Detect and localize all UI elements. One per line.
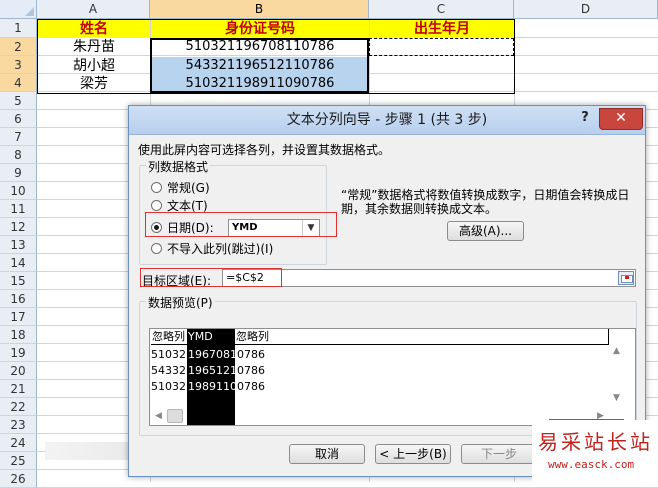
preview-cell: 0786 [237,348,265,361]
radio-text[interactable] [151,200,162,211]
preview-cell: 543321 [151,364,193,377]
preview-cell: 0786 [237,364,265,377]
row-header[interactable]: 7 [0,128,37,146]
preview-title: 数据预览(P) [146,294,215,311]
row-header[interactable]: 2 [0,38,37,56]
preview-column-header[interactable]: YMD [187,329,235,345]
highlight-date-option [145,212,337,237]
help-icon[interactable]: ? [577,110,593,128]
row-header[interactable]: 11 [0,200,37,218]
preview-column-header[interactable]: 忽略列 [151,329,188,345]
radio-general[interactable] [151,182,162,193]
watermark-url: www.easck.com [548,458,635,471]
preview-cell: 19891109 [188,380,244,393]
column-header-c[interactable]: C [369,0,514,19]
row-header[interactable]: 24 [0,434,37,452]
row-header[interactable]: 13 [0,236,37,254]
row-header[interactable]: 20 [0,362,37,380]
close-button[interactable]: ✕ [599,108,643,130]
scroll-left-icon[interactable]: ◀ [155,411,162,421]
preview-cell: 19670811 [188,348,244,361]
row-header[interactable]: 15 [0,272,37,290]
row-header[interactable]: 25 [0,452,37,470]
row-header[interactable]: 12 [0,218,37,236]
select-all-corner[interactable] [0,0,37,19]
format-description: “常规”数据格式将数值转换成数字，日期值会转换成日期，其余数据则转换成文本。 [341,188,630,216]
collapse-dialog-icon[interactable] [618,271,634,285]
row-header[interactable]: 10 [0,182,37,200]
next-button[interactable]: 下一步 [461,444,537,464]
back-button[interactable]: < 上一步(B) [375,444,451,464]
preview-column-header[interactable]: 忽略列 [235,329,609,345]
row-header[interactable]: 19 [0,344,37,362]
column-header-d[interactable]: D [514,0,658,19]
horizontal-scroll-thumb[interactable] [167,409,183,423]
dialog-title: 文本分列向导 - 步骤 1 (共 3 步) [286,112,488,128]
data-preview[interactable]: 忽略列 YMD 忽略列 510321 19670811 0786 543321 … [149,328,636,426]
selection-range [150,38,369,93]
row-header[interactable]: 23 [0,416,37,434]
row-header[interactable]: 16 [0,290,37,308]
highlight-destination [140,268,282,287]
row-header[interactable]: 9 [0,164,37,182]
scroll-down-icon[interactable]: ▼ [613,393,620,403]
row-header[interactable]: 18 [0,326,37,344]
row-header[interactable]: 3 [0,56,37,74]
preview-cell: 19651211 [188,364,244,377]
column-header-b[interactable]: B [150,0,369,19]
preview-cell: 510321 [151,348,193,361]
scroll-up-icon[interactable]: ▲ [613,346,620,356]
row-header[interactable]: 22 [0,398,37,416]
row-header[interactable]: 14 [0,254,37,272]
instruction-text: 使用此屏内容可选择各列，并设置其数据格式。 [138,143,391,157]
row-header[interactable]: 21 [0,380,37,398]
row-header[interactable]: 6 [0,110,37,128]
preview-cell: 510321 [151,380,193,393]
cancel-button[interactable]: 取消 [289,444,365,464]
destination-input[interactable]: =$C$2 [222,269,636,287]
advanced-button[interactable]: 高级(A)... [447,221,524,241]
copy-marquee [369,38,514,56]
radio-skip-label[interactable]: 不导入此列(跳过)(I) [167,240,273,257]
row-header[interactable]: 5 [0,92,37,110]
row-header[interactable]: 26 [0,470,37,488]
row-header[interactable]: 1 [0,19,37,38]
row-header[interactable]: 17 [0,308,37,326]
dialog-titlebar[interactable]: 文本分列向导 - 步骤 1 (共 3 步) ? ✕ [129,106,645,135]
row-header[interactable]: 8 [0,146,37,164]
row-header[interactable]: 4 [0,74,37,92]
radio-general-label[interactable]: 常规(G) [167,179,210,196]
radio-skip[interactable] [151,243,162,254]
column-format-title: 列数据格式 [146,158,211,175]
preview-cell: 0786 [237,380,265,393]
column-header-a[interactable]: A [37,0,150,19]
watermark-logo-text: 易采站长站 [538,430,653,454]
